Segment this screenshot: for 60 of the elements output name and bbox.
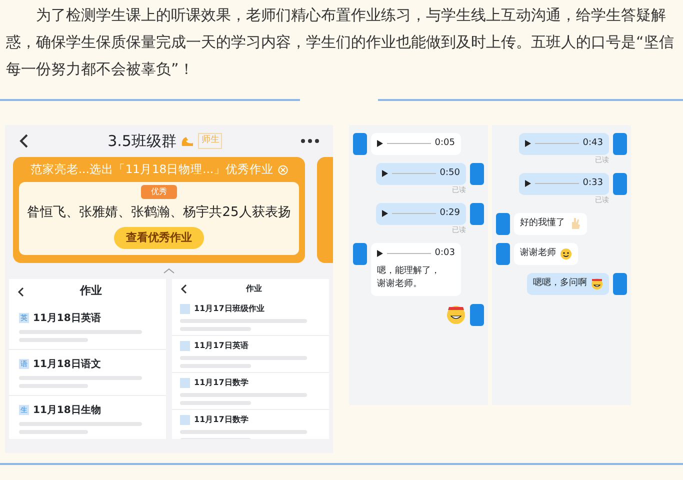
play-icon bbox=[525, 140, 531, 148]
message-text: 谢谢老师 bbox=[520, 247, 556, 260]
voice-bubble[interactable]: 0:03 嗯，能理解了，谢谢老师。 bbox=[371, 243, 461, 296]
avatar bbox=[353, 243, 367, 265]
play-icon bbox=[382, 210, 388, 218]
play-icon bbox=[525, 180, 531, 188]
voice-bubble[interactable]: 0:43 bbox=[519, 133, 609, 154]
voice-duration: 0:43 bbox=[582, 137, 603, 150]
sticker-icon bbox=[446, 304, 466, 324]
homework-item[interactable]: 11月17日数学 bbox=[172, 373, 329, 410]
page-title: 作业 bbox=[78, 283, 103, 300]
avatar bbox=[496, 213, 510, 235]
play-icon bbox=[382, 170, 388, 178]
voice-bubble[interactable]: 0:33 bbox=[519, 173, 609, 194]
subject-tag bbox=[180, 378, 190, 388]
homework-item[interactable]: 11月17日班级作业 bbox=[172, 299, 329, 336]
message-text: 嗯，能理解了，谢谢老师。 bbox=[377, 264, 441, 291]
homework-item[interactable]: 11月17日英语 bbox=[172, 336, 329, 374]
avatar bbox=[613, 173, 627, 195]
article-paragraph: 为了检测学生课上的听课效果，老师们精心布置作业练习，与学生线上互动沟通，给学生答疑解惑，确保学生保质保量完成一天的学习内容，学生们的作业也能做到及时上传。五班人的口号是“坚信每一份努力都不会被辜负”！ bbox=[6, 5, 675, 80]
voice-bubble[interactable]: 0:29 bbox=[376, 203, 466, 224]
back-icon bbox=[17, 286, 24, 296]
avatar bbox=[496, 243, 510, 265]
page-title: 作业 bbox=[244, 283, 263, 296]
subject-tag bbox=[180, 415, 190, 426]
message-text: 嗯嗯，多问啊 bbox=[533, 277, 587, 290]
message-text: 好的我懂了 bbox=[520, 217, 565, 230]
avatar bbox=[470, 203, 484, 225]
avatar bbox=[353, 133, 367, 155]
avatar bbox=[613, 133, 627, 155]
praise-text: 昝恒飞、张雅婧、张鹤瀚、杨宇共25人获表扬 bbox=[27, 204, 291, 222]
play-icon bbox=[377, 140, 383, 148]
voice-duration: 0:03 bbox=[434, 247, 455, 260]
arm-icon bbox=[180, 135, 194, 147]
avatar bbox=[613, 273, 627, 295]
back-icon bbox=[180, 284, 187, 294]
avatar bbox=[470, 163, 484, 185]
group-title: 3.5班级群 bbox=[108, 130, 176, 152]
notice-text: 范家亮老...选出「11月18日物理...」优秀作业 bbox=[30, 161, 274, 178]
close-icon bbox=[278, 164, 288, 175]
more-icon bbox=[300, 139, 319, 143]
back-icon bbox=[19, 134, 29, 148]
play-icon bbox=[377, 250, 383, 258]
view-button[interactable]: 查看优秀作业 bbox=[114, 226, 204, 250]
collapse-icon bbox=[163, 267, 175, 276]
voice-duration: 0:50 bbox=[440, 167, 460, 180]
voice-duration: 0:05 bbox=[434, 137, 455, 150]
homework-item[interactable]: 11月17日数学 bbox=[172, 410, 329, 440]
group-tag: 师生 bbox=[198, 133, 222, 149]
subject-tag bbox=[180, 341, 190, 352]
smiley-icon bbox=[560, 247, 572, 260]
voice-duration: 0:33 bbox=[582, 177, 603, 190]
voice-bubble[interactable]: 0:05 bbox=[371, 133, 461, 154]
voice-duration: 0:29 bbox=[440, 207, 460, 220]
hand-icon bbox=[569, 217, 581, 230]
smiley-icon bbox=[591, 277, 603, 290]
subject-tag bbox=[180, 304, 190, 314]
avatar bbox=[470, 304, 484, 326]
voice-bubble[interactable]: 0:50 bbox=[376, 163, 466, 184]
medal-label: 优秀 bbox=[141, 185, 177, 200]
